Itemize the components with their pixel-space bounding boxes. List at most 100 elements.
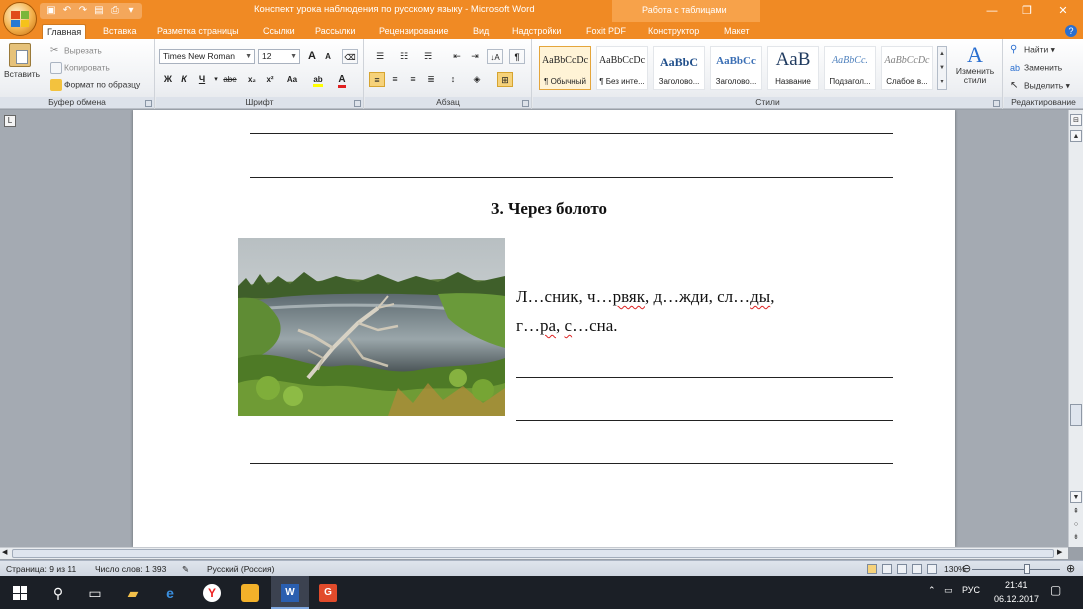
- print-preview-icon[interactable]: ▤: [92, 4, 106, 18]
- scroll-up-icon[interactable]: ▲: [1070, 130, 1082, 142]
- font-color-button[interactable]: A: [332, 72, 352, 88]
- style-title[interactable]: AaB Название: [767, 46, 819, 90]
- office-button[interactable]: [3, 2, 37, 36]
- styles-launcher-icon[interactable]: [993, 100, 1000, 107]
- tab-foxit-pdf[interactable]: Foxit PDF: [582, 24, 630, 39]
- qat-customize-icon[interactable]: ▾: [124, 4, 138, 18]
- bold-button[interactable]: Ж: [160, 72, 176, 87]
- shrink-font-button[interactable]: A: [320, 49, 336, 64]
- tray-language[interactable]: РУС: [962, 585, 980, 595]
- bullets-icon[interactable]: ☰: [369, 49, 391, 64]
- line-spacing-icon[interactable]: ↕: [445, 72, 461, 87]
- exercise-text[interactable]: Л…сник, ч…рвяк, д…жди, сл…ды, г…ра, с…сн…: [516, 282, 866, 340]
- justify-icon[interactable]: ≣: [423, 72, 439, 87]
- spellcheck-icon[interactable]: ✎: [182, 564, 189, 575]
- tab-home[interactable]: Главная: [42, 24, 87, 39]
- change-styles-button[interactable]: A Изменить стили: [951, 43, 999, 85]
- tab-page-layout[interactable]: Разметка страницы: [153, 24, 243, 39]
- clipboard-launcher-icon[interactable]: [145, 100, 152, 107]
- word-count[interactable]: Число слов: 1 393: [95, 564, 166, 574]
- superscript-button[interactable]: x²: [262, 72, 278, 87]
- decrease-indent-icon[interactable]: ⇤: [449, 49, 465, 64]
- scroll-down-icon[interactable]: ▼: [1070, 491, 1082, 503]
- tab-table-design[interactable]: Конструктор: [644, 24, 703, 39]
- print-layout-view-icon[interactable]: [867, 564, 877, 574]
- tab-references[interactable]: Ссылки: [259, 24, 299, 39]
- file-explorer-icon[interactable]: ▰: [121, 581, 145, 605]
- search-icon[interactable]: ⚲: [46, 581, 70, 605]
- replace-button[interactable]: ab Заменить: [1010, 62, 1062, 74]
- tray-expand-icon[interactable]: ⌃: [928, 585, 936, 596]
- align-center-icon[interactable]: ≡: [387, 72, 403, 87]
- notifications-icon[interactable]: ▢: [1050, 583, 1061, 597]
- maximize-button[interactable]: ❐: [1010, 0, 1044, 22]
- previous-page-icon[interactable]: ⇞: [1070, 506, 1082, 518]
- multilevel-list-icon[interactable]: ☴: [417, 49, 439, 64]
- draft-view-icon[interactable]: [927, 564, 937, 574]
- clock-time[interactable]: 21:41: [1005, 580, 1028, 590]
- sort-icon[interactable]: ↓A: [487, 49, 503, 64]
- paragraph-launcher-icon[interactable]: [522, 100, 529, 107]
- horizontal-scroll-thumb[interactable]: [12, 549, 1054, 558]
- battery-icon[interactable]: ▭: [944, 585, 953, 596]
- ruler-view-icon[interactable]: ⊟: [1070, 114, 1082, 126]
- redo-icon[interactable]: ↷: [76, 4, 90, 18]
- style-subtitle[interactable]: AaBbCc. Подзагол...: [824, 46, 876, 90]
- style-subtle-emphasis[interactable]: AaBbCcDc Слабое в...: [881, 46, 933, 90]
- language-indicator[interactable]: Русский (Россия): [207, 564, 274, 574]
- cut-button[interactable]: ✂ Вырезать: [50, 45, 102, 57]
- numbering-icon[interactable]: ☷: [393, 49, 415, 64]
- help-icon[interactable]: ?: [1065, 25, 1077, 37]
- zoom-slider-knob[interactable]: [1024, 564, 1030, 574]
- edge-browser-icon[interactable]: e: [158, 581, 182, 605]
- next-page-icon[interactable]: ⇟: [1070, 532, 1082, 544]
- font-size-select[interactable]: 12 ▼: [258, 49, 300, 64]
- tab-view[interactable]: Вид: [469, 24, 493, 39]
- outline-view-icon[interactable]: [912, 564, 922, 574]
- clock-date[interactable]: 06.12.2017: [994, 594, 1039, 604]
- align-right-icon[interactable]: ≡: [405, 72, 421, 87]
- full-screen-view-icon[interactable]: [882, 564, 892, 574]
- style-no-spacing[interactable]: AaBbCcDc ¶ Без инте...: [596, 46, 648, 90]
- tab-addins[interactable]: Надстройки: [508, 24, 565, 39]
- italic-button[interactable]: К: [176, 72, 192, 87]
- copy-button[interactable]: Копировать: [50, 62, 110, 74]
- borders-icon[interactable]: ⊞: [497, 72, 513, 87]
- yandex-browser-icon[interactable]: Y: [200, 581, 224, 605]
- select-button[interactable]: ↖ Выделить ▾: [1010, 80, 1070, 92]
- horizontal-scrollbar[interactable]: ◀ ▶: [0, 547, 1068, 559]
- tab-review[interactable]: Рецензирование: [375, 24, 453, 39]
- paste-button[interactable]: Вставить: [4, 43, 40, 93]
- zoom-slider[interactable]: [972, 569, 1060, 570]
- vertical-scrollbar[interactable]: ⊟ ▲ ▼ ⇞ ○ ⇟: [1068, 110, 1083, 547]
- increase-indent-icon[interactable]: ⇥: [467, 49, 483, 64]
- zoom-in-icon[interactable]: ⊕: [1066, 562, 1075, 575]
- clear-formatting-button[interactable]: ⌫: [342, 49, 358, 64]
- font-launcher-icon[interactable]: [354, 100, 361, 107]
- web-layout-view-icon[interactable]: [897, 564, 907, 574]
- highlight-button[interactable]: ab: [308, 72, 328, 87]
- page-indicator[interactable]: Страница: 9 из 11: [6, 564, 76, 574]
- quick-print-icon[interactable]: ⎙: [108, 4, 122, 18]
- strikethrough-button[interactable]: abe: [220, 72, 240, 87]
- foxit-pdf-icon[interactable]: G: [316, 581, 340, 605]
- undo-icon[interactable]: ↶: [60, 4, 74, 18]
- minimize-button[interactable]: —: [975, 0, 1009, 22]
- align-left-icon[interactable]: ≡: [369, 72, 385, 87]
- format-painter-button[interactable]: Формат по образцу: [50, 79, 140, 91]
- ruler-toggle-icon[interactable]: L: [4, 115, 16, 127]
- zoom-out-icon[interactable]: ⊖: [962, 562, 971, 575]
- show-marks-icon[interactable]: ¶: [509, 49, 525, 64]
- document-page[interactable]: 3. Через болото Л…сник, ч…рвяк, д…жди, с…: [133, 110, 955, 547]
- style-heading-1[interactable]: AaBbC Заголово...: [653, 46, 705, 90]
- shading-icon[interactable]: ◈: [469, 72, 485, 87]
- style-heading-2[interactable]: AaBbCc Заголово...: [710, 46, 762, 90]
- tab-table-layout[interactable]: Макет: [720, 24, 753, 39]
- windows-start-icon[interactable]: [8, 581, 32, 605]
- task-view-icon[interactable]: ▭: [83, 581, 107, 605]
- find-button[interactable]: ⚲ Найти ▾: [1010, 44, 1055, 56]
- subscript-button[interactable]: x₂: [244, 72, 260, 87]
- font-name-select[interactable]: Times New Roman ▼: [159, 49, 255, 64]
- tab-mailings[interactable]: Рассылки: [311, 24, 359, 39]
- scroll-thumb[interactable]: [1070, 404, 1082, 426]
